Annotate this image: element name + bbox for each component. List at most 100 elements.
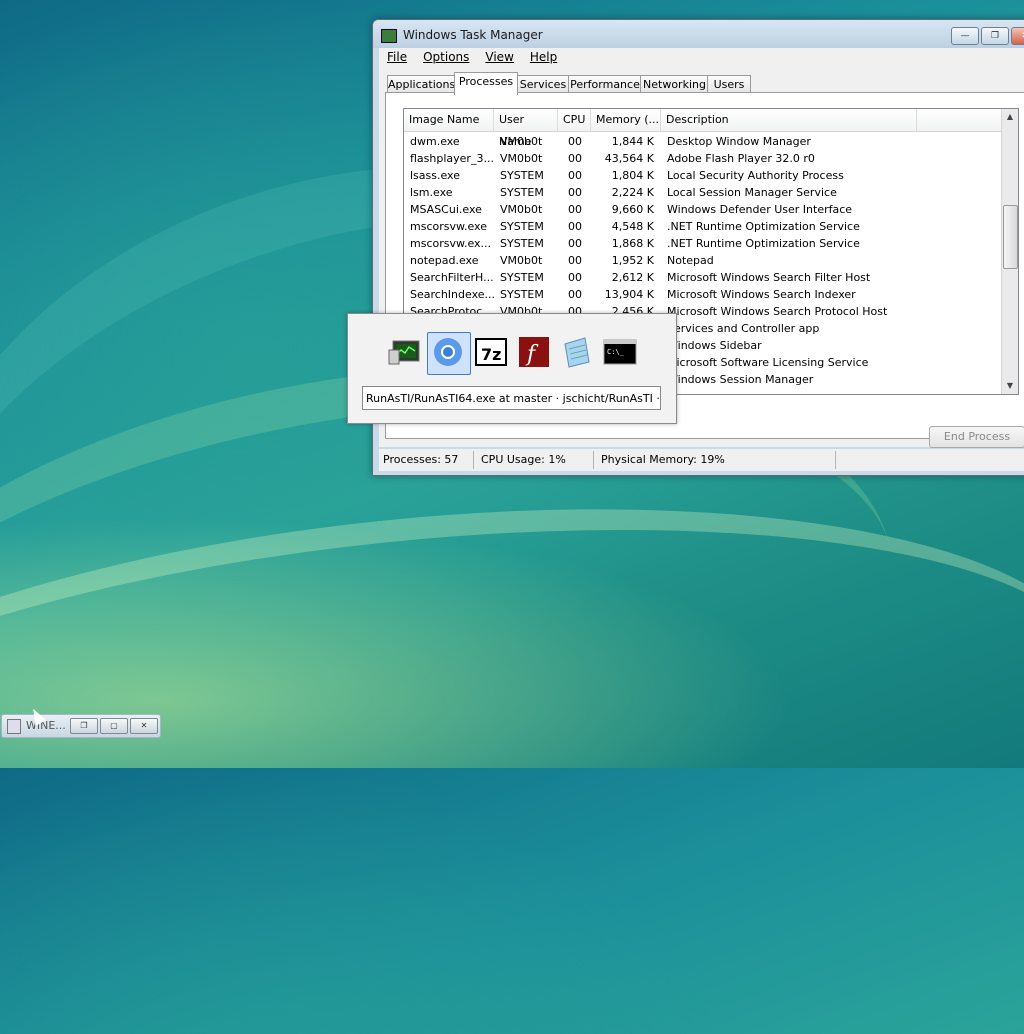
- cell-cpu: 00: [568, 237, 582, 250]
- cell-description: .NET Runtime Optimization Service: [667, 220, 860, 233]
- cell-memory: 2,224 K: [611, 186, 654, 199]
- cell-memory: 9,660 K: [611, 203, 654, 216]
- table-row[interactable]: notepad.exe VM0b0t 00 1,952 K Notepad: [404, 252, 1002, 269]
- cell-description: Windows Sidebar: [667, 339, 762, 352]
- cell-memory: 1,804 K: [611, 169, 654, 182]
- status-bar: Processes: 57 CPU Usage: 1% Physical Mem…: [379, 449, 1024, 471]
- status-physical-memory: Physical Memory: 19%: [601, 453, 725, 466]
- cell-user-name: SYSTEM: [500, 271, 544, 284]
- column-memory[interactable]: Memory (...: [591, 109, 661, 131]
- notepad-icon[interactable]: [559, 334, 595, 370]
- cell-description: Microsoft Windows Search Indexer: [667, 288, 856, 301]
- minimized-wine-window[interactable]: WINE... ❐ ▢ ✕: [1, 714, 161, 738]
- cell-description: Local Security Authority Process: [667, 169, 844, 182]
- cell-cpu: 00: [568, 186, 582, 199]
- cell-description: Services and Controller app: [667, 322, 820, 335]
- cell-description: Notepad: [667, 254, 714, 267]
- column-cpu[interactable]: CPU: [558, 109, 591, 131]
- table-row[interactable]: MSASCui.exe VM0b0t 00 9,660 K Windows Defend…: [404, 201, 1002, 218]
- cell-memory: 1,868 K: [611, 237, 654, 250]
- command-prompt-icon[interactable]: C:\_: [602, 334, 638, 370]
- maximize-button[interactable]: ▢: [100, 718, 128, 734]
- column-user-name[interactable]: User Name: [494, 109, 558, 148]
- cell-image-name: lsass.exe: [410, 169, 460, 182]
- cell-user-name: SYSTEM: [500, 288, 544, 301]
- cell-memory: 2,612 K: [611, 271, 654, 284]
- cell-description: Desktop Window Manager: [667, 135, 811, 148]
- end-process-button[interactable]: End Process: [929, 426, 1024, 448]
- status-divider: [593, 451, 594, 469]
- table-row[interactable]: SearchFilterH... SYSTEM 00 2,612 K Microsoft…: [404, 269, 1002, 286]
- vertical-scrollbar[interactable]: ▲ ▼: [1001, 109, 1018, 394]
- table-row[interactable]: SearchIndexe... SYSTEM 00 13,904 K Microsoft…: [404, 286, 1002, 303]
- flash-player-icon[interactable]: f: [516, 334, 552, 370]
- cell-image-name: flashplayer_3...: [410, 152, 494, 165]
- cell-image-name: mscorsvw.ex...: [410, 237, 492, 250]
- cell-memory: 1,844 K: [611, 135, 654, 148]
- scroll-thumb[interactable]: [1003, 205, 1018, 269]
- cell-cpu: 00: [568, 271, 582, 284]
- table-row[interactable]: lsm.exe SYSTEM 00 2,224 K Local Session Mana…: [404, 184, 1002, 201]
- cell-cpu: 00: [568, 152, 582, 165]
- status-divider: [473, 451, 474, 469]
- cell-image-name: SearchIndexe...: [410, 288, 494, 301]
- cell-description: Microsoft Software Licensing Service: [667, 356, 869, 369]
- scroll-up-arrow-icon[interactable]: ▲: [1002, 109, 1018, 125]
- scroll-down-arrow-icon[interactable]: ▼: [1002, 378, 1018, 394]
- table-row[interactable]: mscorsvw.ex... SYSTEM 00 1,868 K .NET Runtim…: [404, 235, 1002, 252]
- menu-view[interactable]: View: [477, 48, 521, 64]
- cell-user-name: SYSTEM: [500, 237, 544, 250]
- status-cpu-usage: CPU Usage: 1%: [481, 453, 566, 466]
- svg-text:7z: 7z: [481, 345, 501, 364]
- restore-button[interactable]: ❐: [70, 718, 98, 734]
- cell-user-name: VM0b0t: [500, 152, 543, 165]
- cell-memory: 43,564 K: [604, 152, 654, 165]
- table-row[interactable]: lsass.exe SYSTEM 00 1,804 K Local Security A…: [404, 167, 1002, 184]
- maximize-button[interactable]: ❐: [981, 27, 1009, 45]
- task-manager-icon: [381, 29, 397, 43]
- menu-bar: File Options View Help: [379, 48, 1024, 68]
- chromium-icon[interactable]: [430, 334, 466, 370]
- cell-memory: 4,548 K: [611, 220, 654, 233]
- cell-description: .NET Runtime Optimization Service: [667, 237, 860, 250]
- cell-image-name: lsm.exe: [410, 186, 453, 199]
- tab-processes[interactable]: Processes: [454, 72, 518, 95]
- column-header: Image Name User Name CPU Memory (... Des…: [404, 109, 1018, 148]
- cell-description: Windows Session Manager: [667, 373, 814, 386]
- menu-file[interactable]: File: [379, 48, 415, 64]
- cell-description: Microsoft Windows Search Filter Host: [667, 271, 871, 284]
- wine-window-icon: [7, 719, 21, 734]
- cell-cpu: 00: [568, 220, 582, 233]
- switcher-window-title: RunAsTI/RunAsTI64.exe at master · jschic…: [362, 386, 661, 410]
- cell-image-name: SearchFilterH...: [410, 271, 494, 284]
- menu-options[interactable]: Options: [415, 48, 477, 64]
- cell-cpu: 00: [568, 135, 582, 148]
- cell-user-name: VM0b0t: [500, 203, 543, 216]
- status-divider: [835, 451, 836, 469]
- table-row[interactable]: mscorsvw.exe SYSTEM 00 4,548 K .NET Runtime …: [404, 218, 1002, 235]
- svg-text:C:\_: C:\_: [607, 348, 625, 356]
- column-description[interactable]: Description: [661, 109, 917, 131]
- menu-help[interactable]: Help: [522, 48, 565, 64]
- cell-user-name: VM0b0t: [500, 254, 543, 267]
- task-manager-icon[interactable]: [387, 334, 423, 370]
- window-switcher: 7z f C:\_ RunAsTI/RunAsTI64.exe at maste…: [347, 313, 677, 424]
- table-row[interactable]: dwm.exe VM0b0t 00 1,844 K Desktop Window Man…: [404, 133, 1002, 150]
- close-button[interactable]: ✕: [1011, 27, 1024, 45]
- title-bar[interactable]: Windows Task Manager — ❐ ✕: [373, 20, 1024, 48]
- cell-cpu: 00: [568, 169, 582, 182]
- cell-user-name: VM0b0t: [500, 135, 543, 148]
- close-button[interactable]: ✕: [130, 718, 158, 734]
- cell-memory: 1,952 K: [611, 254, 654, 267]
- minimize-button[interactable]: —: [951, 27, 979, 45]
- cell-user-name: SYSTEM: [500, 186, 544, 199]
- 7zip-icon[interactable]: 7z: [473, 334, 509, 370]
- cell-description: Windows Defender User Interface: [667, 203, 853, 216]
- cell-image-name: MSASCui.exe: [410, 203, 482, 216]
- cell-user-name: SYSTEM: [500, 169, 544, 182]
- cell-description: Adobe Flash Player 32.0 r0: [667, 152, 815, 165]
- cell-description: Microsoft Windows Search Protocol Host: [667, 305, 888, 318]
- table-row[interactable]: flashplayer_3... VM0b0t 00 43,564 K Adobe Fl…: [404, 150, 1002, 167]
- cell-cpu: 00: [568, 254, 582, 267]
- column-image-name[interactable]: Image Name: [404, 109, 494, 131]
